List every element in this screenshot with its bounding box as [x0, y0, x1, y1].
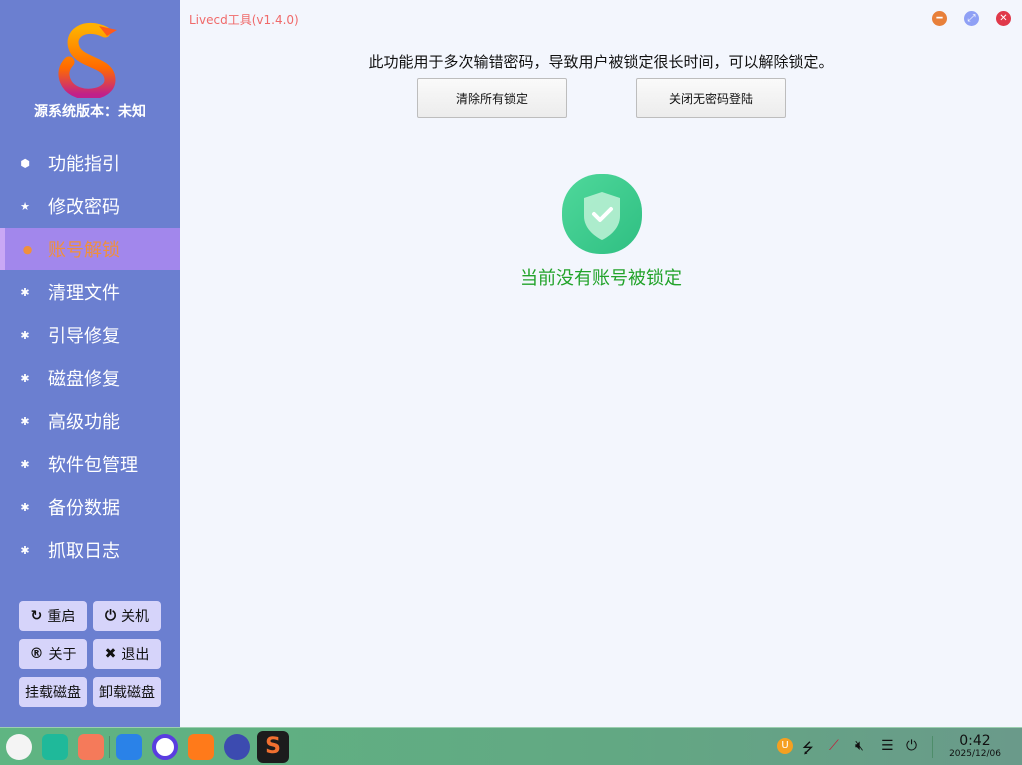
settings-icon[interactable]: [224, 734, 250, 760]
taskbar-divider: [109, 736, 110, 758]
sidebar-item-label: 高级功能: [48, 412, 120, 433]
exit-button[interactable]: ✖ 退出: [93, 639, 161, 669]
window-title: Livecd工具(v1.4.0): [189, 13, 299, 27]
maximize-button[interactable]: ⤢: [964, 11, 979, 26]
sidebar-item-label: 磁盘修复: [48, 369, 120, 390]
sidebar-item-change-password[interactable]: ★ 修改密码: [0, 185, 180, 227]
toggle-icon[interactable]: ☰: [881, 738, 894, 754]
cube-icon: ⬢: [20, 156, 30, 170]
bug-icon: ✱: [20, 328, 30, 342]
sidebar-item-label: 软件包管理: [48, 455, 138, 476]
sidebar-item-guide[interactable]: ⬢ 功能指引: [0, 142, 180, 184]
disable-passwordless-login-button[interactable]: 关闭无密码登陆: [636, 78, 786, 118]
bug-icon: ✱: [20, 543, 30, 557]
tray-divider: [932, 736, 933, 758]
mount-disk-button[interactable]: 挂载磁盘: [19, 677, 87, 707]
sidebar-item-account-unlock[interactable]: ● 账号解锁: [0, 228, 180, 270]
reboot-button[interactable]: ↻ 重启: [19, 601, 87, 631]
sidebar-item-label: 抓取日志: [48, 541, 120, 562]
sidebar-item-label: 清理文件: [48, 283, 120, 304]
launcher-icon[interactable]: [6, 734, 32, 760]
shield-check-icon: [562, 174, 642, 254]
sidebar-item-label: 修改密码: [48, 197, 120, 218]
shutdown-button[interactable]: ⏻ 关机: [93, 601, 161, 631]
clock-time: 0:42: [959, 733, 991, 749]
sidebar-item-label: 引导修复: [48, 326, 120, 347]
app-store-icon[interactable]: [116, 734, 142, 760]
bug-icon: ✱: [20, 457, 30, 471]
network-disconnected-icon[interactable]: ⟋: [829, 738, 839, 754]
input-method-icon[interactable]: U: [777, 738, 793, 754]
bug-icon: ✱: [20, 285, 30, 299]
button-label: 卸载磁盘: [99, 685, 155, 701]
close-icon: ✖: [104, 646, 117, 662]
usb-icon[interactable]: ⭍: [802, 738, 814, 762]
browser-icon[interactable]: [152, 734, 178, 760]
lock-icon: ●: [22, 242, 33, 256]
sidebar-item-label: 备份数据: [48, 498, 120, 519]
bug-icon: ✱: [20, 414, 30, 428]
bug-icon: ✱: [20, 371, 30, 385]
button-label: 关机: [121, 609, 150, 625]
reload-icon: ↻: [30, 608, 43, 624]
clear-all-locks-button[interactable]: 清除所有锁定: [417, 78, 567, 118]
volume-muted-icon[interactable]: 🔇︎: [855, 738, 864, 754]
about-button[interactable]: ® 关于: [19, 639, 87, 669]
file-manager-icon[interactable]: [42, 734, 68, 760]
button-label: 重启: [47, 609, 76, 625]
sidebar-item-label: 功能指引: [48, 154, 120, 175]
sidebar-item-logs[interactable]: ✱ 抓取日志: [0, 529, 180, 571]
star-icon: ★: [20, 199, 30, 213]
sidebar-item-label: 账号解锁: [48, 240, 120, 261]
feature-description: 此功能用于多次输错密码，导致用户被锁定很长时间，可以解除锁定。: [368, 53, 834, 71]
source-version-label: 源系统版本：未知: [34, 104, 146, 120]
sidebar-item-clean-files[interactable]: ✱ 清理文件: [0, 271, 180, 313]
unmount-disk-button[interactable]: 卸载磁盘: [93, 677, 161, 707]
app-logo: [58, 22, 117, 98]
sidebar-item-backup[interactable]: ✱ 备份数据: [0, 486, 180, 528]
lock-status-message: 当前没有账号被锁定: [520, 268, 682, 289]
button-label: 退出: [121, 647, 150, 663]
button-label: 挂载磁盘: [25, 685, 81, 701]
multitask-icon[interactable]: [78, 734, 104, 760]
clock-date: 2025/12/06: [949, 749, 1001, 759]
sidebar-item-disk-repair[interactable]: ✱ 磁盘修复: [0, 357, 180, 399]
shop-icon[interactable]: [188, 734, 214, 760]
sidebar: 源系统版本：未知 ⬢ 功能指引 ★ 修改密码 ● 账号解锁 ✱ 清理文件 ✱ 引导修复 ✱…: [0, 0, 180, 727]
power-icon: ⏻: [104, 608, 117, 624]
power-icon[interactable]: ⏻: [906, 738, 917, 754]
sidebar-item-boot-repair[interactable]: ✱ 引导修复: [0, 314, 180, 356]
taskbar: S U ⭍ ⟋ 🔇︎ ☰ ⏻ 0:42 2025/12/06: [0, 727, 1022, 765]
minimize-button[interactable]: ━: [932, 11, 947, 26]
button-label: 关于: [48, 647, 77, 663]
registered-icon: ®: [29, 646, 44, 662]
close-button[interactable]: ✕: [996, 11, 1011, 26]
clock[interactable]: 0:42 2025/12/06: [940, 733, 1010, 759]
sidebar-item-package-manager[interactable]: ✱ 软件包管理: [0, 443, 180, 485]
bug-icon: ✱: [20, 500, 30, 514]
livecd-tool-icon[interactable]: S: [257, 731, 289, 763]
sidebar-item-advanced[interactable]: ✱ 高级功能: [0, 400, 180, 442]
